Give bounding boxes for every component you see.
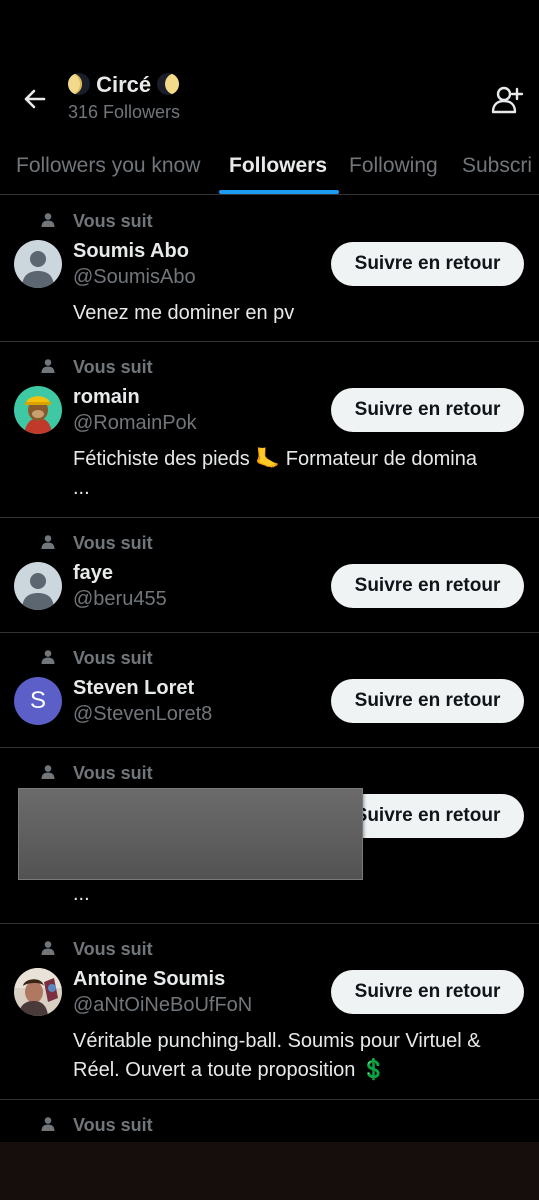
avatar[interactable] [14, 386, 62, 434]
tab-followers[interactable]: Followers [229, 154, 327, 178]
list-item[interactable]: Vous suit S Steven Loret @StevenLoret8 S… [0, 632, 539, 748]
add-person-icon[interactable] [490, 83, 524, 117]
follow-back-button[interactable]: Suivre en retour [331, 564, 524, 608]
list-item[interactable]: Vous suit faye @beru455 Suivre en retour [0, 517, 539, 633]
user-bio-continued: ... [73, 477, 90, 499]
follow-back-button[interactable]: Suivre en retour [331, 679, 524, 723]
avatar[interactable] [14, 968, 62, 1016]
user-bio: Véritable punching-ball. Soumis pour Vir… [73, 1030, 481, 1052]
tab-bar: Followers you know Followers Following S… [0, 140, 539, 195]
user-bio-continued: Réel. Ouvert a toute proposition 💲 [73, 1059, 386, 1081]
person-icon [41, 941, 55, 955]
follow-back-button[interactable]: Suivre en retour [331, 388, 524, 432]
user-name[interactable]: romain [73, 386, 140, 409]
list-item[interactable]: Vous suit Antoine Soumis @aNtOiNeBoUfFoN… [0, 923, 539, 1100]
moon-icon [157, 73, 180, 95]
page-title: Circé [96, 72, 152, 97]
follows-you-label: Vous suit [73, 648, 153, 668]
person-icon [41, 213, 55, 227]
list-item[interactable]: Vous suit romain @RomainPok Fétichiste d… [0, 341, 539, 518]
user-handle[interactable]: @SoumisAbo [73, 266, 196, 289]
user-name[interactable]: Antoine Soumis [73, 968, 225, 991]
person-icon [41, 765, 55, 779]
follows-you-label: Vous suit [73, 763, 153, 783]
user-handle[interactable]: @RomainPok [73, 412, 197, 435]
redaction-block [18, 788, 363, 880]
follower-count: 316 Followers [68, 102, 181, 122]
follows-you-label: Vous suit [73, 211, 153, 231]
user-bio-continued: ... [73, 883, 90, 905]
follow-back-button[interactable]: Suivre en retour [331, 970, 524, 1014]
list-item[interactable]: Vous suit Soumis Abo @SoumisAbo Venez me… [0, 195, 539, 342]
tab-following[interactable]: Following [349, 154, 438, 178]
follows-you-label: Vous suit [73, 1115, 153, 1135]
avatar[interactable] [14, 240, 62, 288]
follow-back-button[interactable]: Suivre en retour [331, 242, 524, 286]
person-icon [41, 1117, 55, 1131]
tab-subscriptions[interactable]: Subscri [462, 154, 532, 178]
tab-followers-you-know[interactable]: Followers you know [16, 154, 200, 178]
page-title-row: Circé [68, 72, 180, 98]
avatar[interactable] [14, 562, 62, 610]
user-handle[interactable]: @aNtOiNeBoUfFoN [73, 994, 252, 1017]
user-name[interactable]: Soumis Abo [73, 240, 189, 263]
user-bio: Fétichiste des pieds 🦶 Formateur de domi… [73, 448, 477, 470]
user-handle[interactable]: @StevenLoret8 [73, 703, 212, 726]
bottom-bar [0, 1142, 539, 1200]
follows-you-label: Vous suit [73, 533, 153, 553]
user-name[interactable]: Steven Loret [73, 677, 194, 700]
moon-icon [68, 73, 90, 95]
profile-header: Circé 316 Followers [0, 0, 539, 140]
person-icon [41, 535, 55, 549]
person-icon [41, 650, 55, 664]
avatar[interactable]: S [14, 677, 62, 725]
user-handle[interactable]: @beru455 [73, 588, 167, 611]
person-icon [41, 359, 55, 373]
user-bio: Venez me dominer en pv [73, 302, 295, 324]
follows-you-label: Vous suit [73, 939, 153, 959]
follows-you-label: Vous suit [73, 357, 153, 377]
back-arrow-icon[interactable] [18, 82, 52, 116]
active-tab-indicator [219, 190, 339, 194]
user-name[interactable]: faye [73, 562, 113, 585]
